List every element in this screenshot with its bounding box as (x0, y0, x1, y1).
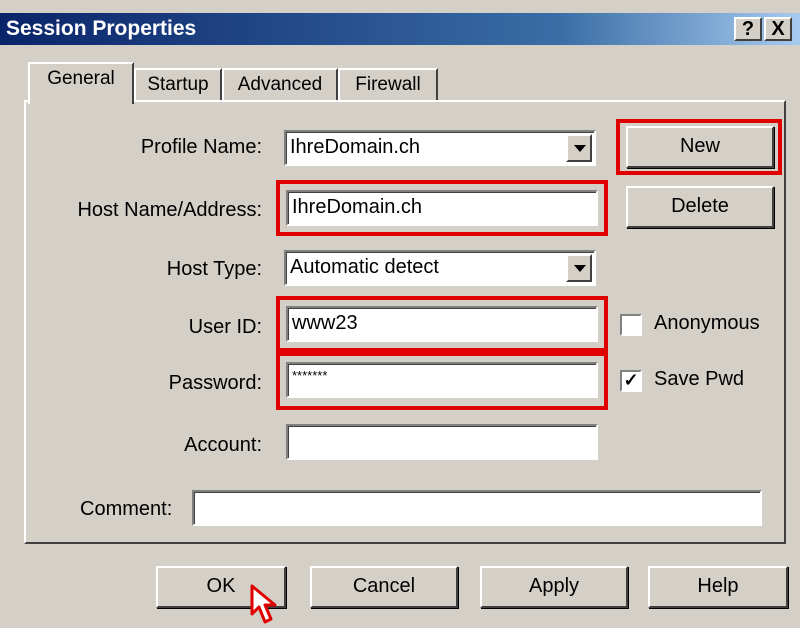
apply-button-label: Apply (528, 575, 580, 597)
chevron-down-icon[interactable] (566, 254, 592, 282)
delete-button[interactable]: Delete (626, 186, 774, 228)
cancel-button-label: Cancel (352, 575, 416, 597)
save-pwd-checkbox[interactable]: ✓ (620, 370, 642, 392)
window-title: Session Properties (6, 17, 197, 40)
comment-input[interactable] (192, 490, 762, 526)
help-title-button[interactable]: ? (734, 17, 762, 41)
comment-label: Comment: (80, 498, 173, 520)
password-input[interactable]: ******* (286, 362, 598, 398)
host-type-label: Host Type: (166, 258, 262, 280)
help-button-label: Help (697, 575, 739, 597)
user-id-value: www23 (292, 312, 358, 334)
tab-firewall[interactable]: Firewall (338, 68, 438, 102)
tab-label: General (47, 68, 115, 89)
close-title-button[interactable]: X (764, 17, 792, 41)
ok-button-label: OK (206, 575, 236, 597)
mouse-cursor-icon (250, 584, 277, 624)
checkmark-icon: ✓ (623, 370, 639, 390)
help-button[interactable]: Help (648, 566, 788, 608)
anonymous-checkbox[interactable] (620, 314, 642, 336)
host-name-value: IhreDomain.ch (292, 196, 423, 218)
cancel-button[interactable]: Cancel (310, 566, 458, 608)
host-name-input[interactable]: IhreDomain.ch (286, 190, 598, 226)
host-type-value: Automatic detect (290, 256, 439, 278)
new-button[interactable]: New (626, 126, 774, 168)
tab-label: Startup (147, 74, 209, 95)
user-id-label: User ID: (188, 316, 262, 338)
profile-name-value: IhreDomain.ch (290, 136, 421, 158)
profile-name-label: Profile Name: (140, 136, 262, 158)
tab-startup[interactable]: Startup (134, 68, 222, 102)
close-icon: X (771, 18, 785, 40)
profile-name-combo[interactable]: IhreDomain.ch (284, 130, 596, 166)
anonymous-label[interactable]: Anonymous (654, 312, 760, 335)
apply-button[interactable]: Apply (480, 566, 628, 608)
password-value: ******* (292, 368, 328, 383)
tab-advanced[interactable]: Advanced (222, 68, 338, 102)
tab-label: Advanced (237, 74, 323, 95)
save-pwd-label[interactable]: Save Pwd (654, 368, 744, 391)
help-question-icon: ? (741, 18, 755, 40)
host-name-label: Host Name/Address: (77, 199, 262, 221)
new-button-label: New (679, 135, 720, 157)
account-label: Account: (184, 434, 262, 456)
tab-label: Firewall (355, 74, 421, 95)
chevron-down-icon[interactable] (566, 134, 592, 162)
user-id-input[interactable]: www23 (286, 306, 598, 342)
password-label: Password: (168, 372, 262, 394)
tab-general[interactable]: General (28, 62, 134, 104)
host-type-select[interactable]: Automatic detect (284, 250, 596, 286)
session-properties-dialog: Session Properties ? X General Startup A… (0, 0, 800, 628)
title-bar[interactable]: Session Properties ? X (0, 13, 800, 45)
account-input[interactable] (286, 424, 598, 460)
delete-button-label: Delete (671, 195, 729, 217)
